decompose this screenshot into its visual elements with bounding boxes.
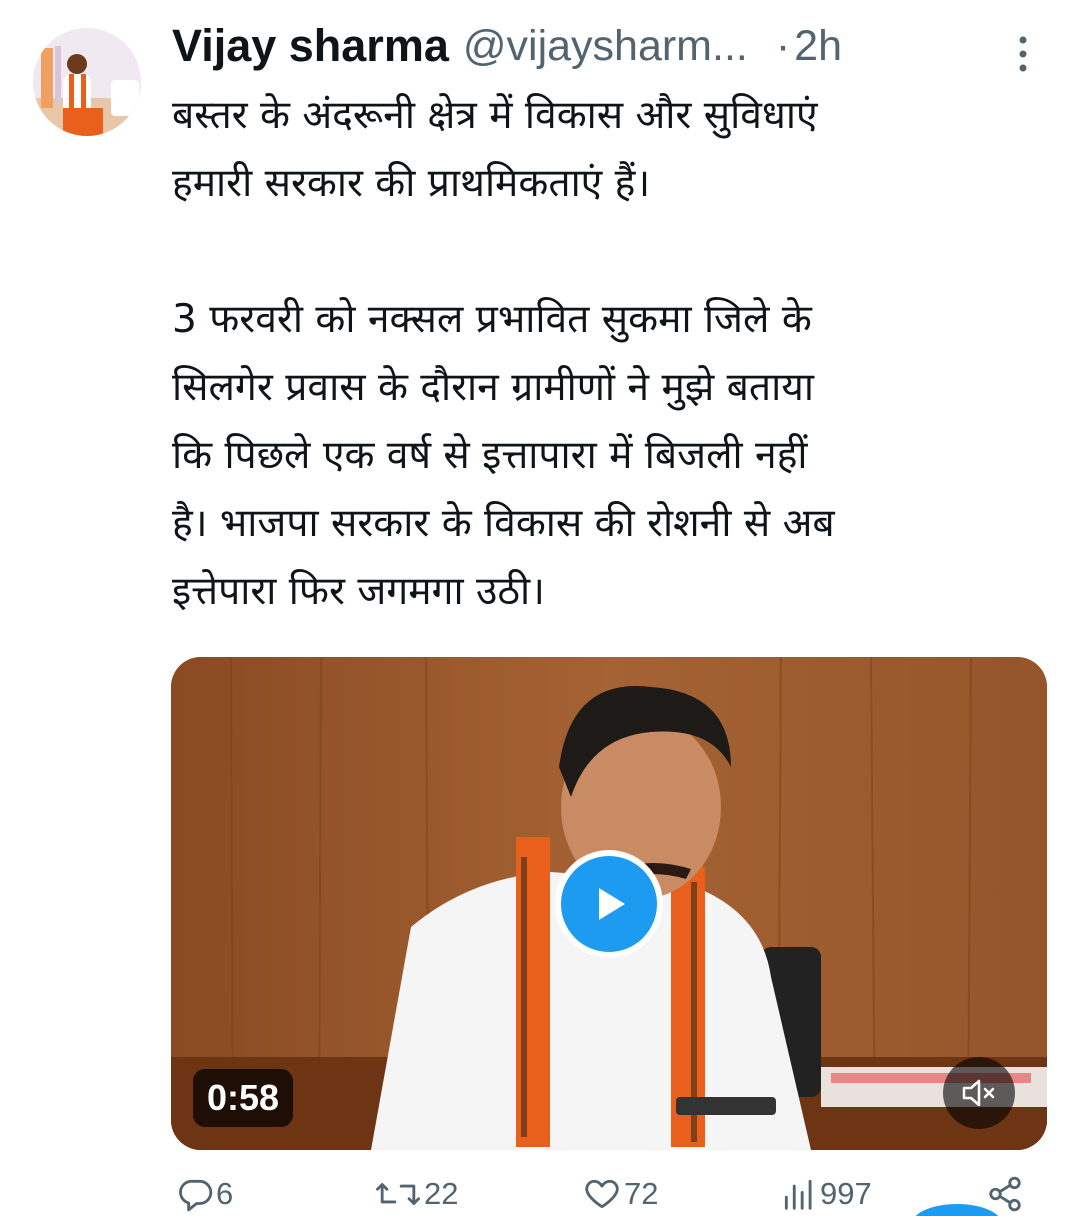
- mute-toggle-button[interactable]: [943, 1057, 1015, 1129]
- like-button[interactable]: 72: [582, 1172, 658, 1216]
- heart-icon: [585, 1179, 619, 1209]
- play-button[interactable]: [555, 850, 663, 958]
- tweet-action-bar: 6 22 72 997: [0, 1172, 1080, 1216]
- profile-photo-icon: [33, 28, 141, 136]
- like-count: 72: [624, 1176, 659, 1211]
- reply-button[interactable]: 6: [176, 1172, 233, 1216]
- video-player[interactable]: 0:58: [171, 657, 1047, 1150]
- play-icon: [599, 888, 625, 920]
- reply-count: 6: [216, 1176, 234, 1211]
- retweet-button[interactable]: 22: [374, 1172, 458, 1216]
- retweet-icon: [375, 1183, 421, 1205]
- speaker-muted-icon: [962, 1079, 995, 1107]
- author-handle[interactable]: @vijaysharm...: [463, 22, 748, 71]
- views-button[interactable]: 997: [780, 1172, 872, 1216]
- reply-icon: [179, 1179, 213, 1212]
- retweet-count: 22: [424, 1176, 459, 1211]
- author-avatar[interactable]: [33, 28, 141, 136]
- more-options-icon[interactable]: [1012, 34, 1034, 74]
- view-count: 997: [820, 1176, 872, 1211]
- author-name[interactable]: Vijay sharma: [172, 20, 449, 72]
- share-button[interactable]: [986, 1172, 1024, 1216]
- separator-dot: ·: [775, 21, 791, 70]
- tweet-timestamp[interactable]: 2h: [794, 22, 842, 71]
- video-duration: 0:58: [193, 1069, 294, 1127]
- analytics-icon: [784, 1179, 812, 1210]
- tweet-text: बस्तर के अंदरूनी क्षेत्र में विकास और सु…: [172, 93, 835, 614]
- share-icon: [989, 1176, 1021, 1212]
- tweet-header: Vijay sharma @vijaysharm... · 2h: [172, 14, 1062, 78]
